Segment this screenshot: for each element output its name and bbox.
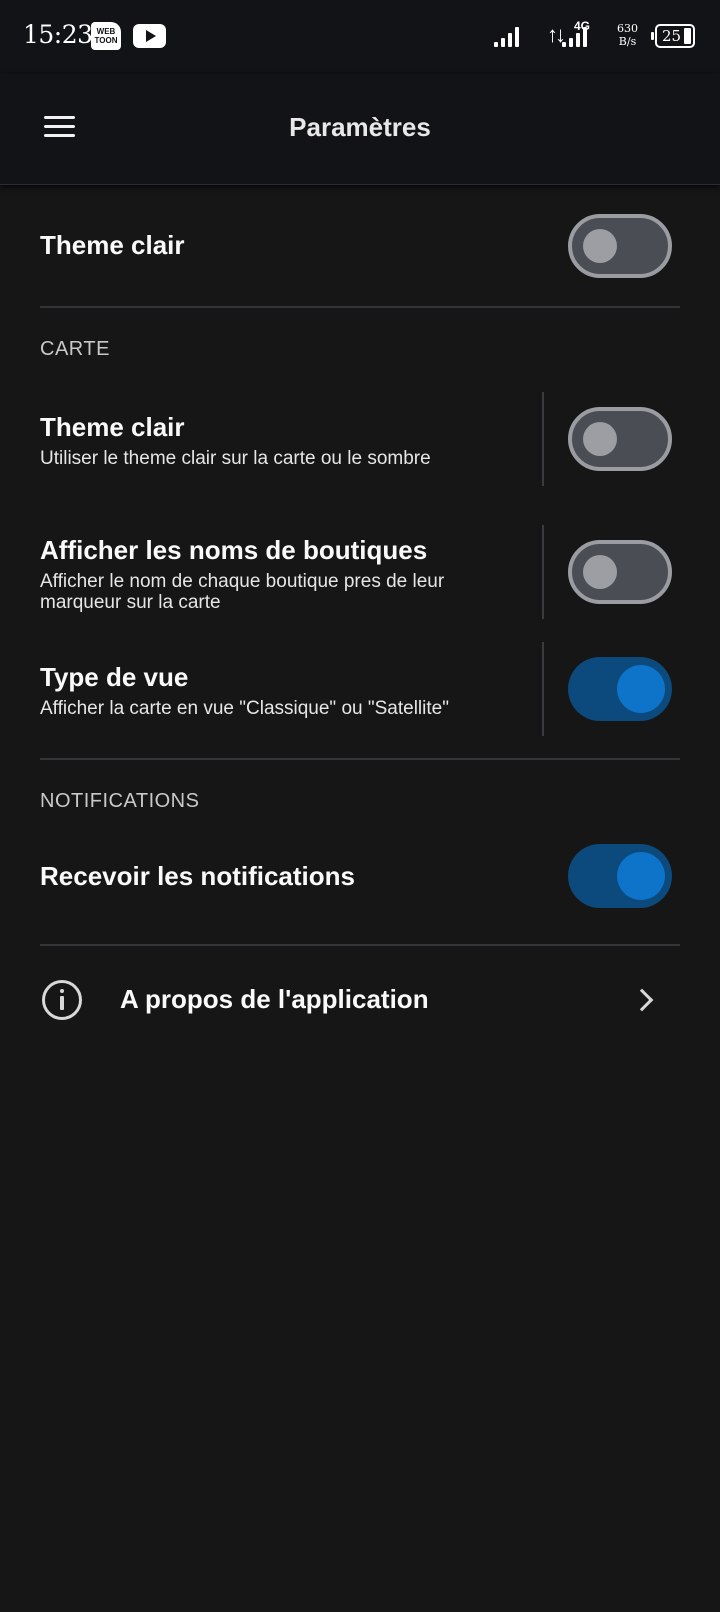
battery-level: 25 [662, 27, 682, 45]
setting-theme-clair: Theme clair [40, 186, 680, 306]
setting-subtitle: Afficher le nom de chaque boutique pres … [40, 571, 445, 613]
theme-clair-toggle[interactable] [568, 214, 672, 278]
divider [40, 306, 680, 308]
setting-subtitle: Utiliser le theme clair sur la carte ou … [40, 448, 431, 469]
status-time: 15:23 [23, 20, 93, 49]
setting-title: Recevoir les notifications [40, 861, 355, 891]
info-icon [42, 980, 82, 1020]
page-title-text: Paramètres [289, 112, 431, 142]
setting-title: Afficher les noms de boutiques [40, 535, 428, 565]
setting-title: Type de vue [40, 662, 189, 692]
toggle-knob [583, 229, 617, 263]
webtoon-icon: WEB TOON [91, 22, 121, 50]
network-speed-unit: B/s [618, 35, 637, 48]
status-bar: 15:23 WEB TOON ↑↓ 4G 630 B/s 25 [0, 0, 720, 74]
app-bar: Paramètres [0, 74, 720, 185]
battery-icon: 25 [651, 24, 695, 48]
page-title: Paramètres [0, 112, 720, 143]
vertical-divider [542, 392, 544, 486]
setting-title: Theme clair [40, 230, 185, 260]
noms-boutiques-toggle[interactable] [568, 540, 672, 604]
divider [40, 758, 680, 760]
signal-icon-sim1 [494, 27, 519, 47]
setting-carte-theme-clair: Theme clair Utiliser le theme clair sur … [40, 392, 680, 486]
carte-theme-clair-toggle[interactable] [568, 407, 672, 471]
section-header-carte: CARTE [40, 338, 110, 360]
setting-type-de-vue: Type de vue Afficher la carte en vue "Cl… [40, 642, 680, 736]
setting-notifications: Recevoir les notifications [40, 826, 680, 926]
toggle-knob [583, 422, 617, 456]
about-app-row[interactable]: A propos de l'application [40, 966, 680, 1036]
chevron-right-icon [630, 988, 654, 1012]
vertical-divider [542, 525, 544, 619]
type-de-vue-toggle[interactable] [568, 657, 672, 721]
section-header-notifications: NOTIFICATIONS [40, 790, 200, 812]
setting-noms-boutiques: Afficher les noms de boutiques Afficher … [40, 525, 680, 619]
signal-icon-sim2 [562, 27, 587, 47]
toggle-knob [617, 852, 665, 900]
notifications-toggle[interactable] [568, 844, 672, 908]
vertical-divider [542, 642, 544, 736]
setting-subtitle: Afficher la carte en vue "Classique" ou … [40, 698, 449, 719]
toggle-knob [617, 665, 665, 713]
setting-title: Theme clair [40, 412, 185, 442]
about-app-label: A propos de l'application [120, 984, 429, 1014]
toggle-knob [583, 555, 617, 589]
youtube-icon [133, 24, 166, 48]
network-speed-value: 630 [617, 22, 638, 35]
network-speed: 630 B/s [617, 22, 638, 48]
divider [40, 944, 680, 946]
data-transfer-icon: ↑↓ [547, 22, 566, 47]
